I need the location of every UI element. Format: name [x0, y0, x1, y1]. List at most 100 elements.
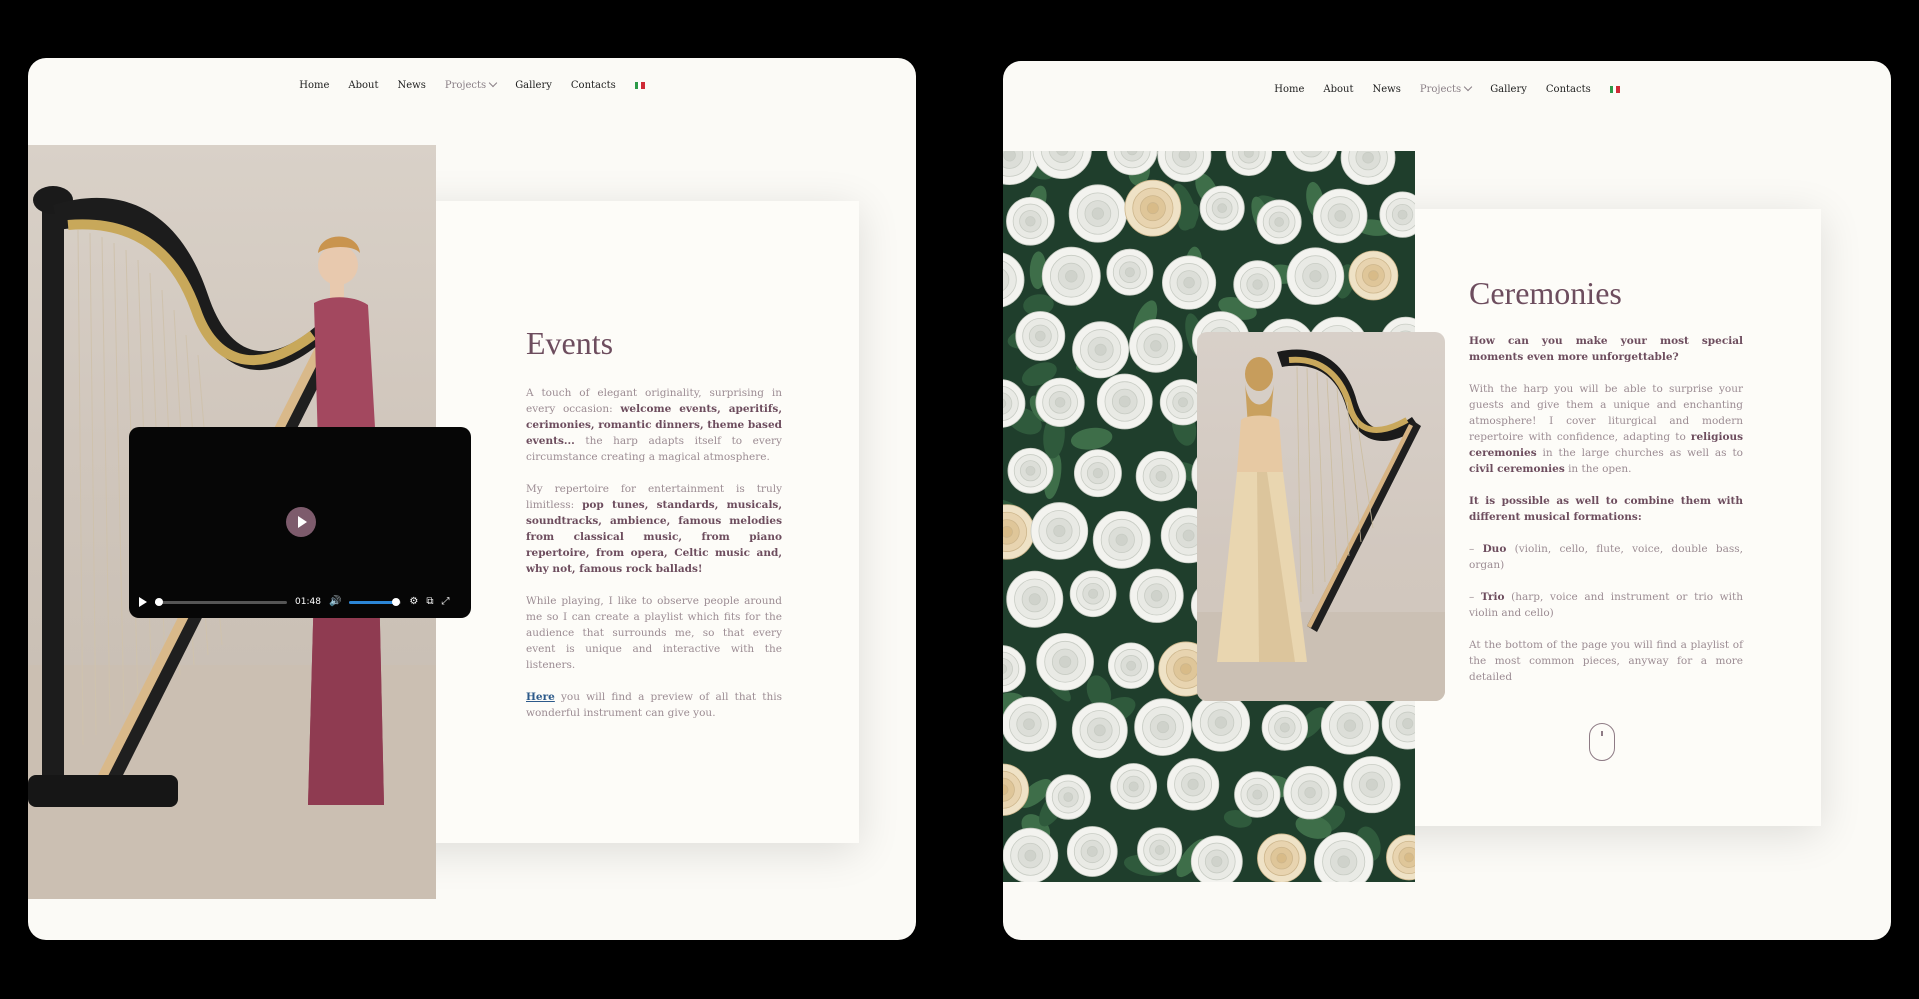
rose	[1003, 252, 1025, 308]
rose	[1129, 568, 1184, 623]
rose	[1348, 250, 1399, 301]
main-nav: Home About News Projects Gallery Contact…	[28, 78, 916, 91]
rose	[1283, 765, 1337, 820]
trio-text: (harp, voice and instrument or trio with…	[1469, 591, 1744, 619]
cer-p1-d: civil ceremonies	[1469, 463, 1565, 475]
ceremonies-paragraph-3: At the bottom of the page you will find …	[1469, 639, 1743, 683]
duo-label: Duo	[1482, 543, 1507, 555]
rose	[1257, 833, 1307, 882]
rose	[1003, 645, 1026, 693]
rose	[1107, 642, 1155, 689]
volume-knob[interactable]	[392, 597, 401, 606]
volume-slider[interactable]	[349, 597, 402, 606]
italy-flag-icon[interactable]	[634, 82, 645, 89]
nav-about[interactable]: About	[1323, 84, 1353, 95]
cer-p1-e: in the open.	[1564, 463, 1632, 475]
nav-news[interactable]: News	[1373, 84, 1401, 95]
rose	[1134, 698, 1192, 756]
settings-gear-icon[interactable]: ⚙	[409, 597, 418, 607]
nav-projects-label: Projects	[1419, 84, 1462, 95]
ceremonies-question: How can you make your most special momen…	[1469, 333, 1743, 365]
duo-text: (violin, cello, flute, voice, double bas…	[1469, 543, 1744, 571]
rose	[1285, 151, 1338, 172]
rose	[1162, 255, 1217, 310]
italy-flag-icon[interactable]	[1609, 86, 1620, 93]
rose	[1286, 247, 1345, 305]
nav-contacts[interactable]: Contacts	[571, 80, 616, 91]
rose	[1343, 756, 1401, 814]
events-title: Events	[526, 325, 614, 361]
popout-icon[interactable]: ⧉	[426, 597, 433, 607]
main-nav: Home About News Projects Gallery Contact…	[1003, 82, 1891, 95]
rose	[1261, 704, 1309, 751]
rose	[1007, 447, 1054, 494]
trio-label: Trio	[1480, 591, 1505, 603]
rose	[1124, 179, 1182, 237]
events-paragraph-3: While playing, I like to observe people …	[526, 595, 782, 671]
ceremonies-trio: – Trio (harp, voice and instrument or tr…	[1469, 589, 1743, 621]
scroll-mouse-icon[interactable]	[1589, 723, 1615, 761]
play-button[interactable]	[286, 507, 316, 537]
rose	[1068, 184, 1127, 243]
rose	[1225, 151, 1272, 176]
nav-gallery[interactable]: Gallery	[1490, 84, 1527, 95]
rose	[1073, 449, 1122, 498]
video-controls: 01:48 🔊 ⚙ ⧉ ⤢	[139, 595, 461, 609]
ceremonies-duo: – Duo (violin, cello, flute, voice, doub…	[1469, 541, 1743, 573]
ceremonies-question-text: How can you make your most special momen…	[1469, 335, 1743, 363]
ceremonies-description: How can you make your most special momen…	[1469, 333, 1743, 701]
rose	[1006, 570, 1064, 628]
ceremonies-title: Ceremonies	[1469, 275, 1622, 311]
rose	[1191, 693, 1251, 752]
rose	[1015, 311, 1066, 361]
nav-contacts[interactable]: Contacts	[1546, 84, 1591, 95]
events-page-panel: Home About News Projects Gallery Contact…	[28, 58, 916, 940]
cer-p2-text: It is possible as well to combine them w…	[1469, 495, 1743, 523]
rose	[1199, 185, 1245, 231]
rose	[1135, 450, 1187, 502]
volume-icon[interactable]: 🔊	[329, 597, 341, 607]
rose	[1312, 188, 1368, 244]
rose	[1003, 504, 1035, 560]
bride-illustration	[1197, 349, 1445, 701]
here-link[interactable]: Here	[526, 691, 555, 703]
video-player[interactable]: 01:48 🔊 ⚙ ⧉ ⤢	[129, 427, 471, 618]
rose	[1072, 321, 1130, 379]
ceremonies-paragraph-2: It is possible as well to combine them w…	[1469, 493, 1743, 525]
nav-gallery[interactable]: Gallery	[515, 80, 552, 91]
nav-about[interactable]: About	[348, 80, 378, 91]
rose	[1092, 510, 1151, 569]
rose	[1320, 696, 1379, 755]
chevron-down-icon	[488, 78, 498, 88]
fullscreen-icon[interactable]: ⤢	[442, 597, 450, 607]
rose	[1106, 248, 1154, 296]
rose	[1234, 771, 1281, 818]
video-progress-bar[interactable]	[154, 597, 287, 606]
chevron-down-icon	[1463, 82, 1473, 92]
play-icon[interactable]	[139, 597, 147, 607]
nav-home[interactable]: Home	[299, 80, 329, 91]
harpist-bride-photo	[1197, 332, 1445, 701]
rose	[1340, 151, 1396, 186]
nav-news[interactable]: News	[398, 80, 426, 91]
rose	[1003, 696, 1057, 752]
ceremonies-page-panel: Home About News Projects Gallery Contact…	[1003, 61, 1891, 940]
events-p4-text: you will find a preview of all that this…	[526, 691, 782, 719]
events-paragraph-2: My repertoire for entertainment is truly…	[526, 481, 782, 577]
volume-fill	[349, 600, 397, 604]
rose	[1166, 758, 1220, 811]
video-progress-knob[interactable]	[154, 597, 163, 606]
rose-leaf	[1070, 427, 1113, 450]
rose	[1381, 697, 1415, 750]
events-paragraph-1: A touch of elegant originality, surprisi…	[526, 385, 782, 465]
nav-projects-label: Projects	[444, 80, 487, 91]
trio-dash: –	[1469, 591, 1481, 603]
rose	[1041, 246, 1101, 306]
nav-projects[interactable]: Projects	[1419, 82, 1473, 95]
nav-home[interactable]: Home	[1274, 84, 1304, 95]
rose	[1110, 763, 1158, 810]
nav-projects[interactable]: Projects	[444, 78, 498, 91]
rose	[1256, 199, 1302, 245]
rose	[1069, 570, 1117, 618]
duo-dash: –	[1469, 543, 1483, 555]
